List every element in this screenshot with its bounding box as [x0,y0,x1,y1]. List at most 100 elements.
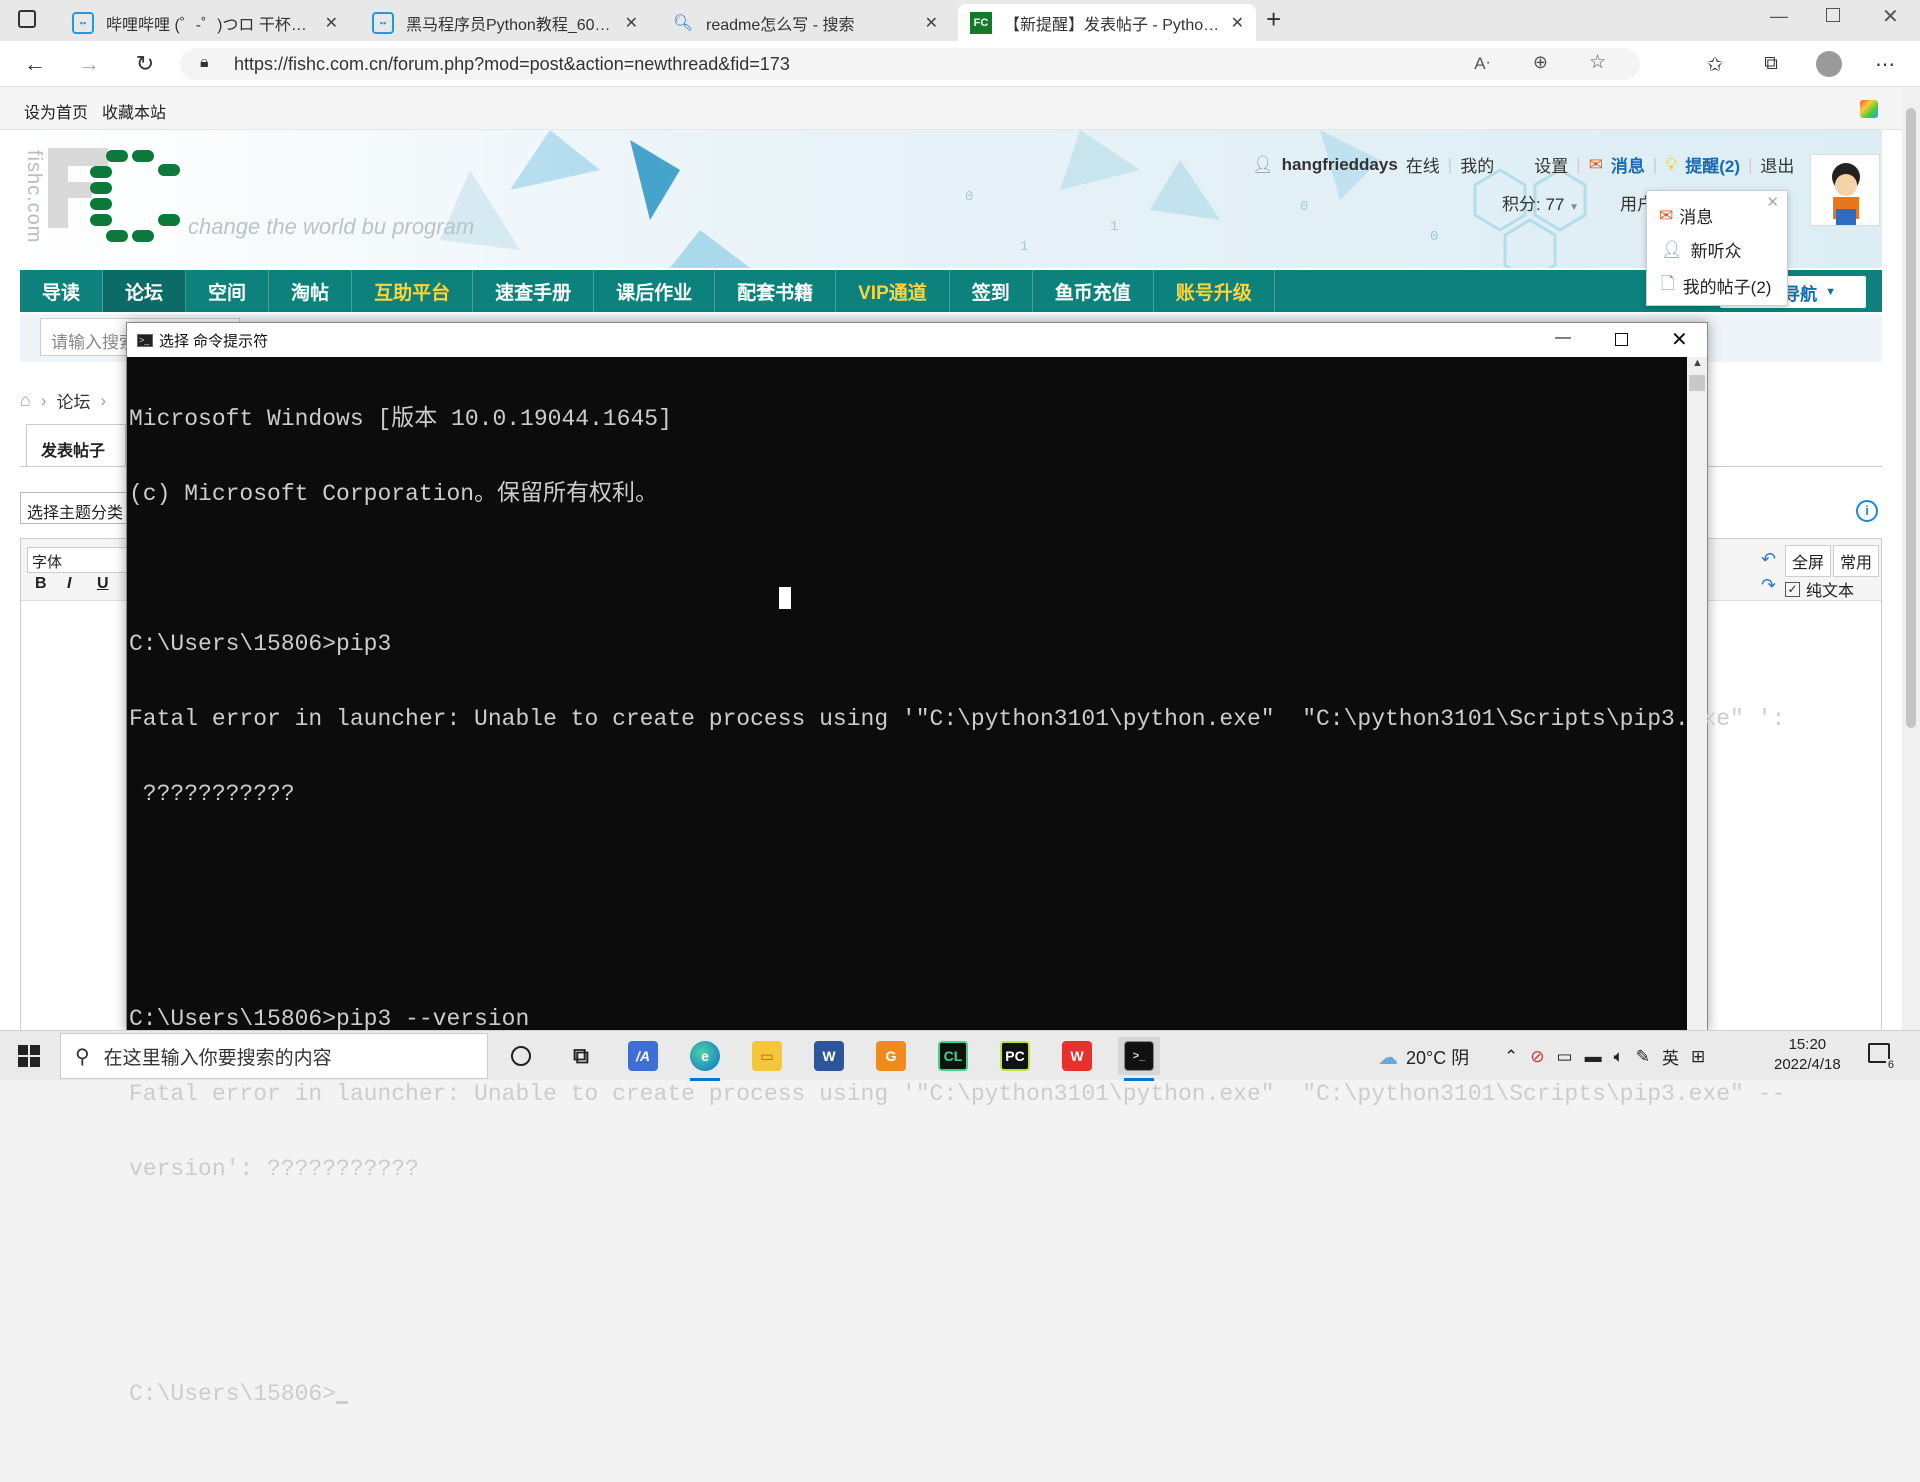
taskbar-search-box[interactable]: ⚲ 在这里输入你要搜索的内容 [60,1033,488,1079]
word-icon[interactable]: W [808,1037,850,1075]
redo-icon[interactable]: ↷ [1761,575,1776,596]
cmd-scrollbar-thumb[interactable] [1689,375,1705,391]
category-select[interactable]: 选择主题分类 [20,492,130,524]
show-hidden-icons-icon[interactable]: ⌃ [1504,1047,1518,1067]
ime-language[interactable]: 英 [1662,1044,1679,1069]
bold-button[interactable]: B [35,575,47,593]
clion-icon[interactable]: CL [932,1037,974,1075]
underline-button[interactable]: U [97,575,109,593]
cmd-scrollbar[interactable]: ▲ [1687,357,1707,1033]
messages-link[interactable]: 消息 [1611,152,1645,177]
page-scrollbar-thumb[interactable] [1906,108,1916,728]
tab-search[interactable]: 🔍︎ readme怎么写 - 搜索 ✕ [660,4,950,41]
dropdown-item-my-posts[interactable]: 🗋︎ 我的帖子(2) [1661,271,1771,300]
breadcrumb-forum[interactable]: 论坛 [57,388,91,413]
my-link[interactable]: 我的 [1460,152,1494,177]
close-tab-icon[interactable]: ✕ [325,13,338,33]
italic-button[interactable]: I [67,575,71,593]
notifications-icon[interactable]: 6 [1868,1043,1896,1071]
close-tab-icon[interactable]: ✕ [1231,13,1244,33]
set-homepage-link[interactable]: 设为首页 [24,99,88,123]
app-ide-icon[interactable]: /A [622,1037,664,1075]
page-scrollbar-track[interactable] [1902,88,1920,1030]
menu-item-quick-manual[interactable]: 速查手册 [473,270,595,312]
cortana-icon[interactable] [500,1037,542,1075]
edge-icon[interactable]: e [684,1037,726,1081]
volume-icon[interactable]: 🔈︎ [1614,1047,1624,1067]
tab-bilibili[interactable]: ▪▪ 哔哩哔哩 (゜-゜)つロ 干杯~-bilibili ✕ [60,4,350,41]
undo-icon[interactable]: ↶ [1761,549,1776,570]
settings-link[interactable]: 设置 [1534,152,1568,177]
wps-icon[interactable]: W [1056,1037,1098,1075]
home-icon[interactable]: ⌂ [20,390,31,411]
reminders-link[interactable]: 提醒(2) [1685,152,1740,177]
more-icon[interactable]: ⋯ [1870,49,1900,79]
collections-icon[interactable]: ⧉ [1756,49,1786,79]
close-dropdown-icon[interactable]: ✕ [1766,193,1779,211]
weather-text: 20°C 阴 [1406,1048,1470,1068]
info-icon[interactable]: i [1856,500,1878,522]
fullscreen-button[interactable]: 全屏 [1785,545,1832,577]
post-tab[interactable]: 发表帖子 [26,424,126,466]
pdf-reader-icon[interactable]: G [870,1037,912,1075]
username-link[interactable]: hangfrieddays [1282,155,1398,175]
menu-item-recharge[interactable]: 鱼币充值 [1033,270,1154,312]
file-explorer-icon[interactable]: ▭ [746,1037,788,1075]
battery-icon[interactable]: ▬ [1585,1047,1602,1067]
zoom-icon[interactable]: ⊕ [1533,52,1548,73]
close-tab-icon[interactable]: ✕ [925,13,938,33]
cmd-close-icon[interactable]: ✕ [1671,327,1688,352]
security-alert-icon[interactable]: ⊘ [1530,1047,1544,1067]
plaintext-checkbox[interactable]: ✓ 纯文本 [1785,577,1854,601]
menu-item-taotie[interactable]: 淘帖 [269,270,353,312]
tab-fishc[interactable]: FC 【新提醒】发表帖子 - Python交流 ✕ [958,4,1256,41]
points-display[interactable]: 积分: 77 ▼ [1502,190,1579,215]
minimize-icon[interactable]: — [1770,6,1788,27]
menu-item-space[interactable]: 空间 [186,270,270,312]
pycharm-icon[interactable]: PC [994,1037,1036,1075]
menu-item-books[interactable]: 配套书籍 [715,270,837,312]
cmd-minimize-icon[interactable]: — [1555,329,1571,347]
color-theme-icon[interactable] [1860,100,1878,118]
back-icon[interactable]: ← [20,49,50,79]
logout-link[interactable]: 退出 [1760,152,1794,177]
weather-widget[interactable]: ☁ 20°C 阴 [1378,1044,1469,1070]
common-button[interactable]: 常用 [1833,545,1880,577]
font-select[interactable]: 字体 [27,547,131,573]
favorite-add-icon[interactable]: ☆ [1589,51,1606,74]
cmd-title-bar[interactable]: >_ 选择 命令提示符 — ✕ [127,323,1707,357]
new-tab-icon[interactable]: + [1266,4,1281,35]
cmd-console-output[interactable]: Microsoft Windows [版本 10.0.19044.1645] (… [127,357,1785,1407]
cmd-taskbar-icon[interactable]: >_ [1118,1037,1160,1081]
windows-start-icon[interactable] [18,1045,40,1067]
pen-icon[interactable]: ✎ [1636,1047,1650,1067]
display-icon[interactable]: ▭ [1557,1047,1573,1067]
menu-item-help-platform[interactable]: 互助平台 [352,270,474,312]
dropdown-item-followers[interactable]: 👤︎ 新听众 [1661,237,1742,262]
menu-item-forum[interactable]: 论坛 [103,270,187,312]
menu-item-homework[interactable]: 课后作业 [594,270,716,312]
maximize-icon[interactable] [1826,8,1840,22]
cmd-maximize-icon[interactable] [1615,333,1628,346]
tab-actions-icon[interactable] [18,10,36,28]
tab-heima[interactable]: ▪▪ 黑马程序员Python教程_600集Python ✕ [360,4,650,41]
refresh-icon[interactable]: ↻ [130,49,160,79]
read-aloud-icon[interactable]: Aᐧ [1474,54,1490,74]
close-tab-icon[interactable]: ✕ [625,13,638,33]
favorites-icon[interactable]: ✩ [1700,49,1730,79]
ime-mode-icon[interactable]: ⊞ [1691,1047,1705,1067]
menu-item-vip[interactable]: VIP通道 [836,270,950,312]
task-view-icon[interactable]: ⧉ [560,1037,602,1075]
close-window-icon[interactable]: ✕ [1882,4,1899,29]
dropdown-item-messages[interactable]: ✉ 消息 [1659,203,1713,228]
menu-item-signin[interactable]: 签到 [950,270,1033,312]
menu-item-upgrade[interactable]: 账号升级 [1154,270,1275,312]
profile-avatar-icon[interactable] [1814,49,1844,79]
clock[interactable]: 15:20 2022/4/18 [1774,1035,1841,1075]
scroll-up-icon[interactable]: ▲ [1692,357,1703,369]
bookmark-site-link[interactable]: 收藏本站 [102,99,166,123]
forward-icon[interactable]: → [74,49,104,79]
url-input[interactable]: 🔒︎ https://fishc.com.cn/forum.php?mod=po… [180,48,1640,80]
user-avatar[interactable] [1810,154,1880,226]
menu-item-daodu[interactable]: 导读 [20,270,104,312]
